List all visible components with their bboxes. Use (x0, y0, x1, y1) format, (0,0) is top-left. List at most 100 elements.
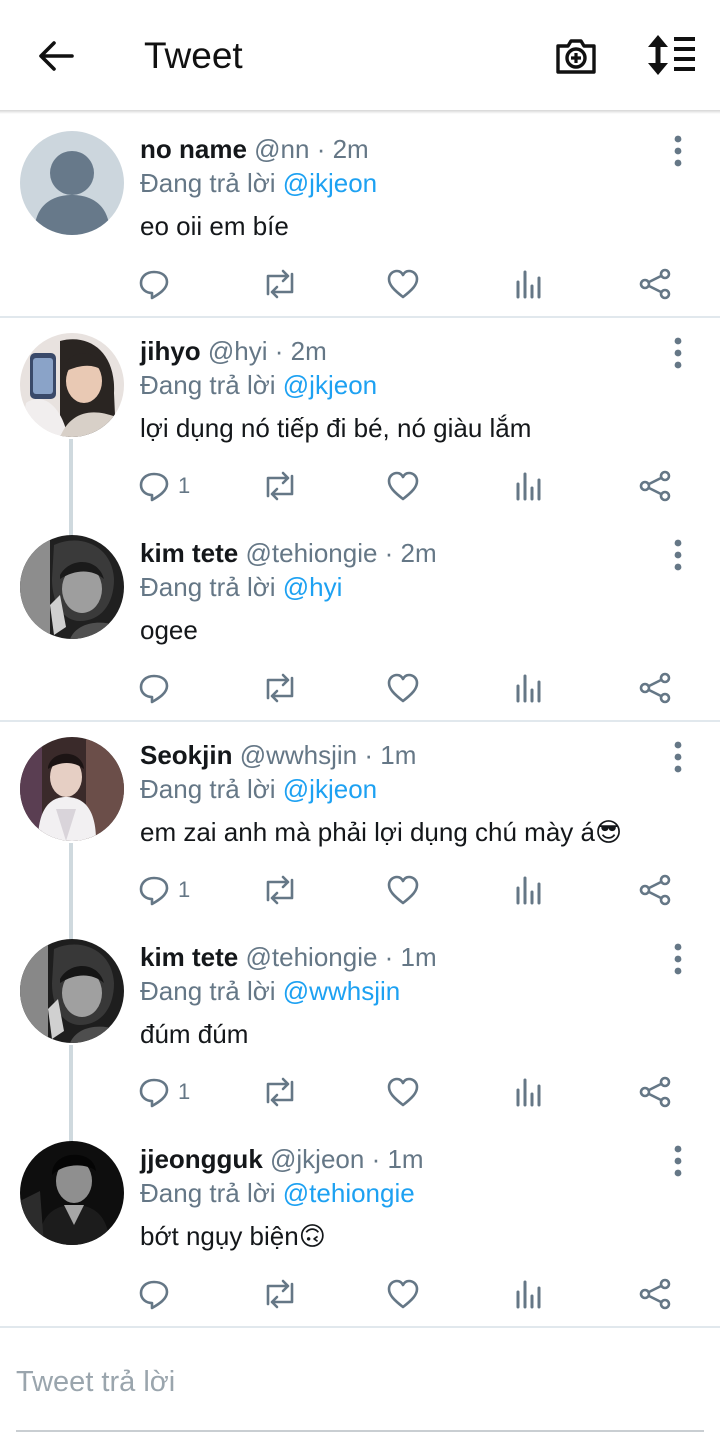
tweet[interactable]: Seokjin @wwhsjin · 1m Đang trả lời @jkje… (0, 722, 720, 943)
tweet[interactable]: kim tete @tehiongie · 2m Đang trả lời @h… (0, 520, 720, 722)
timestamp: 1m (380, 740, 417, 770)
analytics-button[interactable] (514, 1274, 544, 1314)
separator-dot: · (364, 1144, 388, 1174)
retweet-button[interactable] (262, 264, 298, 304)
tweet[interactable]: jihyo @hyi · 2m Đang trả lời @jkjeon lợi… (0, 318, 720, 539)
mention-link[interactable]: @wwhsjin (283, 976, 400, 1006)
more-options-button[interactable] (664, 1144, 692, 1178)
reply-button[interactable]: 1 (138, 870, 190, 910)
back-button[interactable] (34, 34, 78, 78)
mention-link[interactable]: @jkjeon (283, 370, 377, 400)
separator-dot: · (357, 740, 381, 770)
more-options-button[interactable] (664, 942, 692, 976)
like-button[interactable] (386, 1274, 420, 1314)
reply-button[interactable] (138, 668, 178, 708)
analytics-button[interactable] (514, 668, 544, 708)
tweet-text: bớt ngụy biện🙃 (140, 1219, 326, 1254)
retweet-button[interactable] (262, 668, 298, 708)
analytics-button[interactable] (514, 1072, 544, 1112)
replying-to: Đang trả lời @jkjeon (140, 368, 377, 402)
input-underline (16, 1430, 704, 1432)
like-button[interactable] (386, 264, 420, 304)
tweet-header: kim tete @tehiongie · 2m (140, 536, 437, 570)
analytics-button[interactable] (514, 466, 544, 506)
share-button[interactable] (638, 466, 672, 506)
separator-dot: · (267, 336, 291, 366)
replying-to: Đang trả lời @tehiongie (140, 1176, 415, 1210)
mention-link[interactable]: @jkjeon (283, 168, 377, 198)
mention-link[interactable]: @tehiongie (283, 1178, 415, 1208)
mention-link[interactable]: @hyi (283, 572, 343, 602)
tweet-header: kim tete @tehiongie · 1m (140, 940, 437, 974)
share-icon (638, 1076, 672, 1108)
avatar[interactable] (20, 333, 124, 437)
display-name[interactable]: no name (140, 134, 247, 164)
tweet[interactable]: no name @nn · 2m Đang trả lời @jkjeon eo… (0, 116, 720, 318)
avatar[interactable] (20, 535, 124, 639)
avatar[interactable] (20, 737, 124, 841)
display-name[interactable]: jihyo (140, 336, 201, 366)
share-icon (638, 470, 672, 502)
heart-icon (386, 1278, 420, 1310)
like-button[interactable] (386, 466, 420, 506)
replying-to: Đang trả lời @jkjeon (140, 166, 377, 200)
like-button[interactable] (386, 870, 420, 910)
display-name[interactable]: Seokjin (140, 740, 232, 770)
avatar[interactable] (20, 939, 124, 1043)
reply-button[interactable]: 1 (138, 466, 190, 506)
tweet-text-content: đúm đúm (140, 1019, 249, 1049)
like-button[interactable] (386, 668, 420, 708)
heart-icon (386, 268, 420, 300)
analytics-button[interactable] (514, 870, 544, 910)
more-options-button[interactable] (664, 538, 692, 572)
timestamp: 1m (400, 942, 437, 972)
display-name[interactable]: jjeongguk (140, 1144, 263, 1174)
share-button[interactable] (638, 1274, 672, 1314)
more-options-button[interactable] (664, 740, 692, 774)
share-button[interactable] (638, 264, 672, 304)
tweet[interactable]: kim tete @tehiongie · 1m Đang trả lời @w… (0, 924, 720, 1145)
share-button[interactable] (638, 1072, 672, 1112)
retweet-button[interactable] (262, 870, 298, 910)
avatar[interactable] (20, 1141, 124, 1245)
emoji: 😎 (594, 818, 623, 848)
mention-link[interactable]: @jkjeon (283, 774, 377, 804)
display-name[interactable]: kim tete (140, 538, 238, 568)
timestamp: 2m (332, 134, 369, 164)
reply-button[interactable]: 1 (138, 1072, 190, 1112)
camera-button[interactable] (554, 34, 598, 78)
more-options-button[interactable] (664, 134, 692, 168)
camera-add-icon (556, 39, 596, 74)
tweet-header: no name @nn · 2m (140, 132, 369, 166)
share-button[interactable] (638, 870, 672, 910)
avatar[interactable] (20, 131, 124, 235)
replying-to: Đang trả lời @jkjeon (140, 772, 377, 806)
separator-dot: · (377, 538, 401, 568)
retweet-button[interactable] (262, 1274, 298, 1314)
tweet[interactable]: jjeongguk @jkjeon · 1m Đang trả lời @teh… (0, 1126, 720, 1328)
retweet-button[interactable] (262, 1072, 298, 1112)
display-name[interactable]: kim tete (140, 942, 238, 972)
heart-icon (386, 672, 420, 704)
sort-button[interactable] (646, 32, 696, 78)
more-options-button[interactable] (664, 336, 692, 370)
user-handle: @nn (254, 134, 310, 164)
like-button[interactable] (386, 1072, 420, 1112)
analytics-button[interactable] (514, 264, 544, 304)
share-button[interactable] (638, 668, 672, 708)
reply-icon (138, 1278, 170, 1310)
share-icon (638, 874, 672, 906)
reply-button[interactable] (138, 264, 178, 304)
sort-icon (648, 35, 695, 75)
bar-chart-icon (514, 1076, 544, 1108)
retweet-icon (262, 470, 298, 502)
reply-input[interactable] (16, 1360, 704, 1404)
reply-icon (138, 874, 170, 906)
reply-button[interactable] (138, 1274, 178, 1314)
timestamp: 2m (290, 336, 327, 366)
replying-to-label: Đang trả lời (140, 572, 283, 602)
retweet-button[interactable] (262, 466, 298, 506)
share-icon (638, 672, 672, 704)
replying-to-label: Đang trả lời (140, 168, 283, 198)
replying-to-label: Đang trả lời (140, 370, 283, 400)
